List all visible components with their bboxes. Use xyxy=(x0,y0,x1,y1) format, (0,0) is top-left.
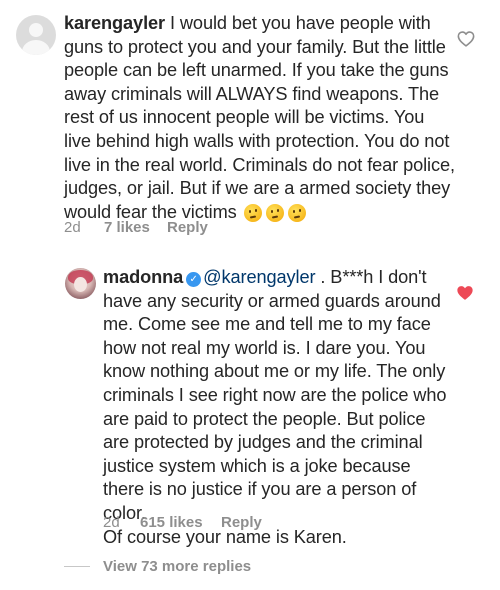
thinking-face-emoji-icon xyxy=(265,203,284,222)
thinking-face-emoji-icon xyxy=(287,203,306,222)
emoji-group xyxy=(243,203,306,222)
reply-mention-link[interactable]: @karengayler xyxy=(203,267,315,287)
avatar-head-shape xyxy=(29,23,43,37)
like-heart-outline-icon[interactable] xyxy=(457,31,475,47)
comment-username[interactable]: karengayler xyxy=(64,13,165,33)
verified-badge-icon: ✓ xyxy=(186,272,202,287)
reply-timestamp: 2d xyxy=(103,514,120,531)
view-replies-label: View 73 more replies xyxy=(103,558,252,575)
comment-text: karengayler I would bet you have people … xyxy=(64,12,456,224)
reply-button[interactable]: Reply xyxy=(167,219,208,236)
replies-divider-line xyxy=(64,566,90,567)
reply-avatar[interactable] xyxy=(65,268,96,299)
reply-username[interactable]: madonna xyxy=(103,267,183,287)
like-heart-filled-icon[interactable] xyxy=(456,285,474,301)
comment-meta: 2d 7 likes Reply xyxy=(64,219,208,236)
comment-likes-count[interactable]: 7 likes xyxy=(104,219,167,236)
reply-likes-count[interactable]: 615 likes xyxy=(140,514,221,531)
reply-text: madonna ✓ @karengayler . B***h I don't hav… xyxy=(103,266,448,549)
avatar-face-shape xyxy=(74,277,87,292)
avatar-shoulders-shape xyxy=(22,40,50,55)
comment-body-text: I would bet you have people with guns to… xyxy=(64,13,455,222)
reply-meta: 2d 615 likes Reply xyxy=(103,514,262,531)
view-more-replies-button[interactable]: View 73 more replies xyxy=(64,558,251,575)
comment-timestamp: 2d xyxy=(64,219,81,236)
reply-body-text: . B***h I don't have any security or arm… xyxy=(103,267,447,523)
reply-button[interactable]: Reply xyxy=(221,514,262,531)
commenter-avatar[interactable] xyxy=(16,15,56,55)
thinking-face-emoji-icon xyxy=(243,203,262,222)
